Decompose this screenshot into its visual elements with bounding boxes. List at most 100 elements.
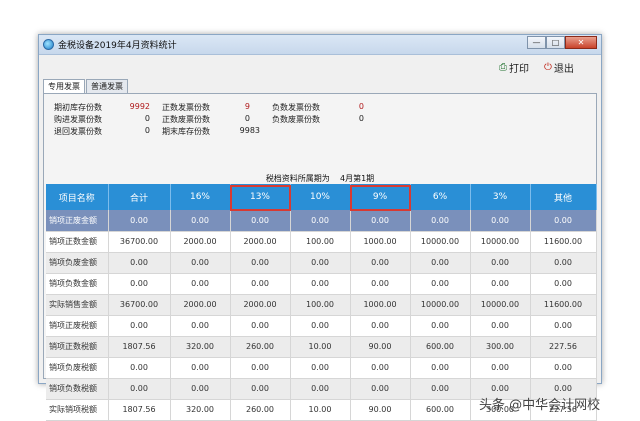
value-cell[interactable]: 0.00 <box>290 315 351 337</box>
value-cell[interactable]: 227.56 <box>530 336 597 358</box>
value-cell[interactable]: 2000.00 <box>230 294 291 316</box>
row-name-cell[interactable]: 销项正废税额 <box>46 315 109 337</box>
table-row[interactable]: 销项正数金额 36700.00 2000.00 2000.00 100.00 1000.0… <box>46 231 597 253</box>
value-cell[interactable]: 0.00 <box>170 378 231 400</box>
value-cell[interactable]: 100.00 <box>290 231 351 253</box>
table-row[interactable]: 销项负废金额 0.00 0.00 0.00 0.00 0.00 0.00 0.00 0.00 <box>46 252 597 274</box>
close-button[interactable]: ✕ <box>565 36 597 49</box>
value-cell[interactable]: 36700.00 <box>108 231 171 253</box>
value-cell[interactable]: 0.00 <box>108 273 171 295</box>
value-cell[interactable]: 0.00 <box>290 210 351 232</box>
value-cell[interactable]: 0.00 <box>350 315 411 337</box>
value-cell[interactable]: 0.00 <box>290 378 351 400</box>
column-header[interactable]: 9% <box>350 184 411 210</box>
row-name-cell[interactable]: 销项正数金额 <box>46 231 109 253</box>
value-cell[interactable]: 260.00 <box>230 399 291 421</box>
value-cell[interactable]: 0.00 <box>350 378 411 400</box>
value-cell[interactable]: 11600.00 <box>530 231 597 253</box>
value-cell[interactable]: 0.00 <box>410 357 471 379</box>
value-cell[interactable]: 1807.56 <box>108 336 171 358</box>
column-header-item-name[interactable]: 项目名称 <box>46 184 109 210</box>
row-name-cell[interactable]: 销项负废金额 <box>46 252 109 274</box>
value-cell[interactable]: 0.00 <box>470 357 531 379</box>
value-cell[interactable]: 0.00 <box>350 210 411 232</box>
maximize-button[interactable]: □ <box>546 36 565 49</box>
value-cell[interactable]: 2000.00 <box>230 231 291 253</box>
value-cell[interactable]: 36700.00 <box>108 294 171 316</box>
table-row[interactable]: 销项正数税额 1807.56 320.00 260.00 10.00 90.00 600.0… <box>46 336 597 358</box>
value-cell[interactable]: 320.00 <box>170 336 231 358</box>
row-name-cell[interactable]: 销项正废金额 <box>46 210 109 232</box>
value-cell[interactable]: 10000.00 <box>410 294 471 316</box>
value-cell[interactable]: 0.00 <box>230 378 291 400</box>
value-cell[interactable]: 0.00 <box>108 315 171 337</box>
value-cell[interactable]: 0.00 <box>530 357 597 379</box>
value-cell[interactable]: 0.00 <box>530 315 597 337</box>
row-name-cell[interactable]: 实际销售金额 <box>46 294 109 316</box>
column-header[interactable]: 16% <box>170 184 231 210</box>
value-cell[interactable]: 2000.00 <box>170 294 231 316</box>
value-cell[interactable]: 0.00 <box>470 252 531 274</box>
print-button[interactable]: ⎙ 打印 <box>499 60 529 75</box>
value-cell[interactable]: 100.00 <box>290 294 351 316</box>
table-row[interactable]: 销项负数金额 0.00 0.00 0.00 0.00 0.00 0.00 0.00 0.00 <box>46 273 597 295</box>
value-cell[interactable]: 0.00 <box>230 252 291 274</box>
value-cell[interactable]: 0.00 <box>290 273 351 295</box>
value-cell[interactable]: 0.00 <box>530 273 597 295</box>
value-cell[interactable]: 320.00 <box>170 399 231 421</box>
column-header[interactable]: 6% <box>410 184 471 210</box>
value-cell[interactable]: 260.00 <box>230 336 291 358</box>
value-cell[interactable]: 0.00 <box>410 378 471 400</box>
value-cell[interactable]: 2000.00 <box>170 231 231 253</box>
value-cell[interactable]: 0.00 <box>530 210 597 232</box>
table-row[interactable]: 实际销售金额 36700.00 2000.00 2000.00 100.00 1000.0… <box>46 294 597 316</box>
value-cell[interactable]: 600.00 <box>410 336 471 358</box>
value-cell[interactable]: 90.00 <box>350 399 411 421</box>
value-cell[interactable]: 0.00 <box>410 252 471 274</box>
column-header[interactable]: 合计 <box>108 184 171 210</box>
value-cell[interactable]: 0.00 <box>170 357 231 379</box>
value-cell[interactable]: 0.00 <box>290 357 351 379</box>
row-name-cell[interactable]: 销项正数税额 <box>46 336 109 358</box>
value-cell[interactable]: 0.00 <box>290 252 351 274</box>
value-cell[interactable]: 0.00 <box>230 273 291 295</box>
value-cell[interactable]: 0.00 <box>350 357 411 379</box>
tab-normal-invoice[interactable]: 普通发票 <box>86 79 128 93</box>
value-cell[interactable]: 300.00 <box>470 336 531 358</box>
value-cell[interactable]: 0.00 <box>350 273 411 295</box>
value-cell[interactable]: 10000.00 <box>470 294 531 316</box>
value-cell[interactable]: 600.00 <box>410 399 471 421</box>
value-cell[interactable]: 0.00 <box>108 210 171 232</box>
value-cell[interactable]: 1000.00 <box>350 294 411 316</box>
row-name-cell[interactable]: 销项负数税额 <box>46 378 109 400</box>
value-cell[interactable]: 0.00 <box>470 273 531 295</box>
value-cell[interactable]: 0.00 <box>108 252 171 274</box>
value-cell[interactable]: 0.00 <box>230 315 291 337</box>
value-cell[interactable]: 0.00 <box>410 210 471 232</box>
exit-button[interactable]: ⏻ 退出 <box>544 60 574 75</box>
value-cell[interactable]: 0.00 <box>170 210 231 232</box>
value-cell[interactable]: 0.00 <box>410 315 471 337</box>
value-cell[interactable]: 0.00 <box>350 252 411 274</box>
column-header[interactable]: 10% <box>290 184 351 210</box>
value-cell[interactable]: 10000.00 <box>470 231 531 253</box>
value-cell[interactable]: 90.00 <box>350 336 411 358</box>
value-cell[interactable]: 0.00 <box>108 378 171 400</box>
value-cell[interactable]: 0.00 <box>170 315 231 337</box>
minimize-button[interactable]: — <box>527 36 546 49</box>
value-cell[interactable]: 10.00 <box>290 399 351 421</box>
row-name-cell[interactable]: 销项负数金额 <box>46 273 109 295</box>
table-row[interactable]: 销项正废金额 0.00 0.00 0.00 0.00 0.00 0.00 0.00 0.00 <box>46 210 597 232</box>
value-cell[interactable]: 1807.56 <box>108 399 171 421</box>
value-cell[interactable]: 10.00 <box>290 336 351 358</box>
value-cell[interactable]: 0.00 <box>170 252 231 274</box>
table-row[interactable]: 销项负废税额 0.00 0.00 0.00 0.00 0.00 0.00 0.00 0.00 <box>46 357 597 379</box>
column-header[interactable]: 3% <box>470 184 531 210</box>
row-name-cell[interactable]: 销项负废税额 <box>46 357 109 379</box>
row-name-cell[interactable]: 实际销项税额 <box>46 399 109 421</box>
table-row[interactable]: 销项正废税额 0.00 0.00 0.00 0.00 0.00 0.00 0.00 0.00 <box>46 315 597 337</box>
value-cell[interactable]: 0.00 <box>170 273 231 295</box>
value-cell[interactable]: 0.00 <box>470 210 531 232</box>
column-header[interactable]: 13% <box>230 184 291 210</box>
value-cell[interactable]: 10000.00 <box>410 231 471 253</box>
